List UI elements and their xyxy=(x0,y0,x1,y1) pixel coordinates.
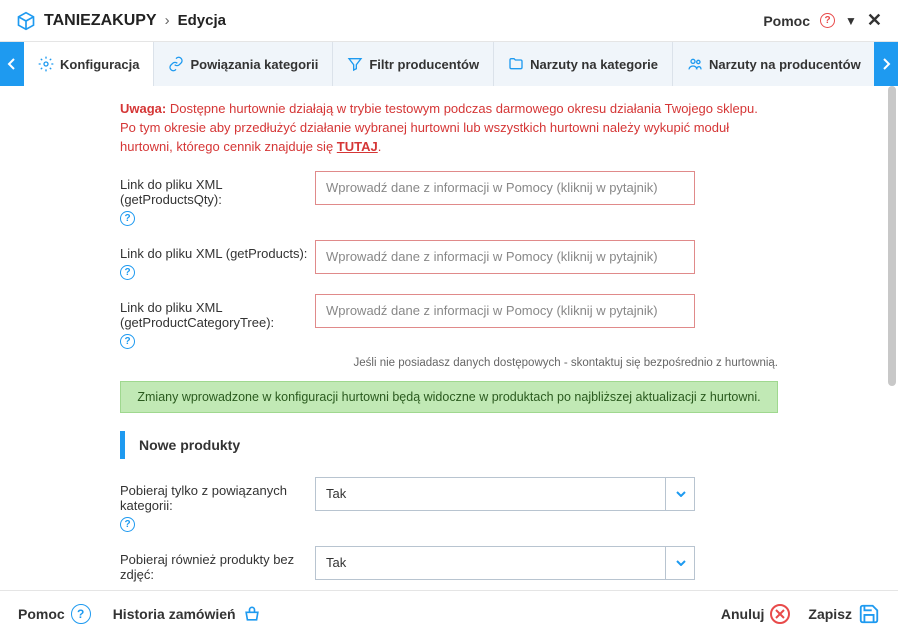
scrollbar[interactable] xyxy=(888,86,896,590)
tab-narzuty-kategorie[interactable]: Narzuty na kategorie xyxy=(494,42,673,86)
save-button[interactable]: Zapisz xyxy=(808,603,880,625)
select2-label: Pobieraj również produkty bez zdjęć: xyxy=(20,546,315,582)
footer-help[interactable]: Pomoc ? xyxy=(18,604,91,624)
footer-history[interactable]: Historia zamówień xyxy=(113,604,262,624)
basket-icon xyxy=(242,604,262,624)
tabs-bar: Konfiguracja Powiązania kategorii Filtr … xyxy=(0,42,898,86)
help-icon[interactable]: ? xyxy=(820,13,835,28)
tabs-scroll-left[interactable] xyxy=(0,42,24,86)
cancel-icon xyxy=(770,604,790,624)
breadcrumb-separator: › xyxy=(165,12,170,29)
page-subtitle: Edycja xyxy=(178,12,226,29)
gear-icon xyxy=(38,56,54,72)
section-accent-bar xyxy=(120,431,125,459)
xml1-input[interactable] xyxy=(315,171,695,205)
warning-text: Uwaga: Dostępne hurtownie działają w try… xyxy=(120,100,770,157)
xml3-label: Link do pliku XML (getProductCategoryTre… xyxy=(20,294,315,349)
section-title: Nowe produkty xyxy=(139,437,240,453)
help-icon[interactable]: ? xyxy=(120,517,135,532)
content-area: Uwaga: Dostępne hurtownie działają w try… xyxy=(0,86,898,590)
help-icon[interactable]: ? xyxy=(120,211,135,226)
xml2-input[interactable] xyxy=(315,240,695,274)
tab-konfiguracja[interactable]: Konfiguracja xyxy=(24,42,154,86)
help-icon: ? xyxy=(71,604,91,624)
header-help-link[interactable]: Pomoc xyxy=(763,13,810,29)
tab-label: Narzuty na kategorie xyxy=(530,57,658,72)
xml2-label: Link do pliku XML (getProducts): ? xyxy=(20,240,315,280)
tab-label: Filtr producentów xyxy=(369,57,479,72)
warning-prefix: Uwaga: xyxy=(120,101,166,116)
people-icon xyxy=(687,56,703,72)
access-note: Jeśli nie posiadasz danych dostępowych -… xyxy=(20,357,778,369)
tab-narzuty-producenci[interactable]: Narzuty na producentów xyxy=(673,42,874,86)
info-banner: Zmiany wprowadzone w konfiguracji hurtow… xyxy=(120,381,778,413)
link-icon xyxy=(168,56,184,72)
cancel-button[interactable]: Anuluj xyxy=(721,604,791,624)
tab-powiazania[interactable]: Powiązania kategorii xyxy=(154,42,333,86)
xml1-label: Link do pliku XML (getProductsQty): ? xyxy=(20,171,315,226)
select1-label: Pobieraj tylko z powiązanych kategorii: … xyxy=(20,477,315,532)
filter-icon xyxy=(347,56,363,72)
window-header: TANIEZAKUPY › Edycja Pomoc ? ▼ ✕ xyxy=(0,0,898,42)
close-icon[interactable]: ✕ xyxy=(867,10,882,31)
select1[interactable]: Tak xyxy=(315,477,695,511)
folder-icon xyxy=(508,56,524,72)
tab-label: Narzuty na producentów xyxy=(709,57,861,72)
xml3-input[interactable] xyxy=(315,294,695,328)
footer: Pomoc ? Historia zamówień Anuluj Zapisz xyxy=(0,590,898,637)
help-icon[interactable]: ? xyxy=(120,334,135,349)
section-header: Nowe produkty xyxy=(120,431,878,459)
help-icon[interactable]: ? xyxy=(120,265,135,280)
tab-label: Powiązania kategorii xyxy=(190,57,318,72)
save-icon xyxy=(858,603,880,625)
tabs-scroll-right[interactable] xyxy=(874,42,898,86)
warning-link[interactable]: TUTAJ xyxy=(337,139,378,154)
app-title: TANIEZAKUPY xyxy=(44,12,157,30)
select2[interactable]: Tak xyxy=(315,546,695,580)
tab-filtr[interactable]: Filtr producentów xyxy=(333,42,494,86)
menu-caret-icon[interactable]: ▼ xyxy=(845,14,857,28)
warning-body: Dostępne hurtownie działają w trybie tes… xyxy=(120,101,758,154)
cube-icon xyxy=(16,11,36,31)
tab-label: Konfiguracja xyxy=(60,57,139,72)
